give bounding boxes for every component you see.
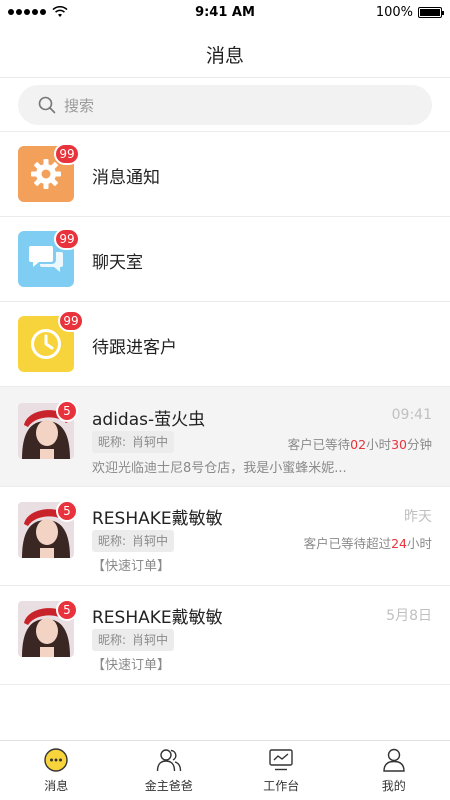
message-preview: 【快速订单】	[92, 559, 171, 574]
chat-time: 5月8日	[386, 608, 432, 624]
entry-chatroom[interactable]: 99 聊天室	[0, 217, 450, 302]
chat-row[interactable]: 5 RESHAKE戴敏敏 5月8日 昵称: 肖轲中 【快速订单】	[0, 586, 450, 685]
wait-hours: 02	[350, 437, 367, 452]
message-preview: 【快速订单】	[92, 658, 171, 673]
entry-label: 聊天室	[92, 253, 143, 273]
profile-icon	[383, 748, 405, 772]
contacts-icon	[156, 749, 181, 772]
wait-minutes: 30	[391, 437, 407, 452]
battery-percent: 100%	[375, 5, 413, 20]
wait-hours-unit: 小时	[406, 536, 432, 551]
chat-row[interactable]: 5 RESHAKE戴敏敏 昨天 昵称: 肖轲中 客户已等待超过24小时 【快速订…	[0, 487, 450, 586]
tab-profile[interactable]: 我的	[338, 741, 450, 800]
pending-customers-badge: 99	[58, 310, 84, 332]
workbench-icon	[269, 749, 293, 771]
chat-name: adidas-萤火虫	[92, 410, 206, 430]
chat-name: RESHAKE戴敏敏	[92, 509, 223, 529]
page-title: 消息	[205, 45, 244, 67]
wait-hours: 24	[391, 536, 407, 551]
nickname-tag: 昵称: 肖轲中	[92, 530, 175, 552]
tab-label: 我的	[381, 779, 406, 793]
tab-label: 消息	[44, 779, 69, 793]
wait-hours-unit: 小时	[366, 437, 392, 452]
nickname-value: 肖轲中	[132, 633, 169, 647]
tab-bar: 消息 金主爸爸 工作台 我的	[0, 740, 450, 800]
chat-time: 昨天	[404, 509, 432, 525]
search-placeholder: 搜索	[64, 96, 95, 115]
nickname-label: 昵称:	[98, 633, 127, 647]
chat-name: RESHAKE戴敏敏	[92, 608, 223, 628]
tab-sponsors[interactable]: 金主爸爸	[113, 741, 226, 800]
unread-badge: 5	[56, 400, 78, 422]
search-icon	[38, 96, 56, 114]
nickname-tag: 昵称: 肖轲中	[92, 629, 175, 651]
wait-minutes-unit: 分钟	[406, 437, 432, 452]
nickname-label: 昵称:	[98, 534, 127, 548]
nav-bar: 消息	[0, 26, 450, 78]
message-preview: 欢迎光临迪士尼8号仓店，我是小蜜蜂米妮...	[92, 461, 347, 476]
nickname-value: 肖轲中	[132, 435, 169, 449]
tab-label: 工作台	[263, 779, 300, 793]
wait-prefix: 客户已等待超过	[303, 536, 392, 551]
notifications-badge: 99	[54, 143, 80, 165]
clock-icon	[31, 329, 61, 359]
unread-badge: 5	[56, 500, 78, 522]
tab-messages[interactable]: 消息	[0, 741, 113, 800]
search-input[interactable]: 搜索	[18, 85, 432, 125]
nickname-tag: 昵称: 肖轲中	[92, 431, 175, 453]
nickname-value: 肖轲中	[132, 534, 169, 548]
nickname-label: 昵称:	[98, 435, 127, 449]
chat-row[interactable]: 5 adidas-萤火虫 09:41 昵称: 肖轲中 客户已等待02小时30分钟…	[0, 387, 450, 487]
entry-label: 待跟进客户	[92, 338, 177, 358]
search-area: 搜索	[0, 78, 450, 132]
battery-area: 100%	[375, 5, 444, 20]
unread-badge: 5	[56, 599, 78, 621]
wait-prefix: 客户已等待	[287, 437, 351, 452]
entry-notifications[interactable]: 99 消息通知	[0, 132, 450, 217]
chatroom-badge: 99	[54, 228, 80, 250]
entry-label: 消息通知	[92, 168, 160, 188]
tab-workbench[interactable]: 工作台	[225, 741, 338, 800]
battery-icon	[418, 7, 444, 18]
status-bar: 9:41 AM 100%	[0, 0, 450, 26]
message-bubble-icon	[44, 748, 68, 772]
wait-time: 客户已等待超过24小时	[304, 533, 432, 552]
entry-pending-customers[interactable]: 99 待跟进客户	[0, 302, 450, 387]
chat-time: 09:41	[391, 407, 432, 423]
wait-time: 客户已等待02小时30分钟	[288, 434, 432, 453]
tab-label: 金主爸爸	[144, 779, 193, 793]
